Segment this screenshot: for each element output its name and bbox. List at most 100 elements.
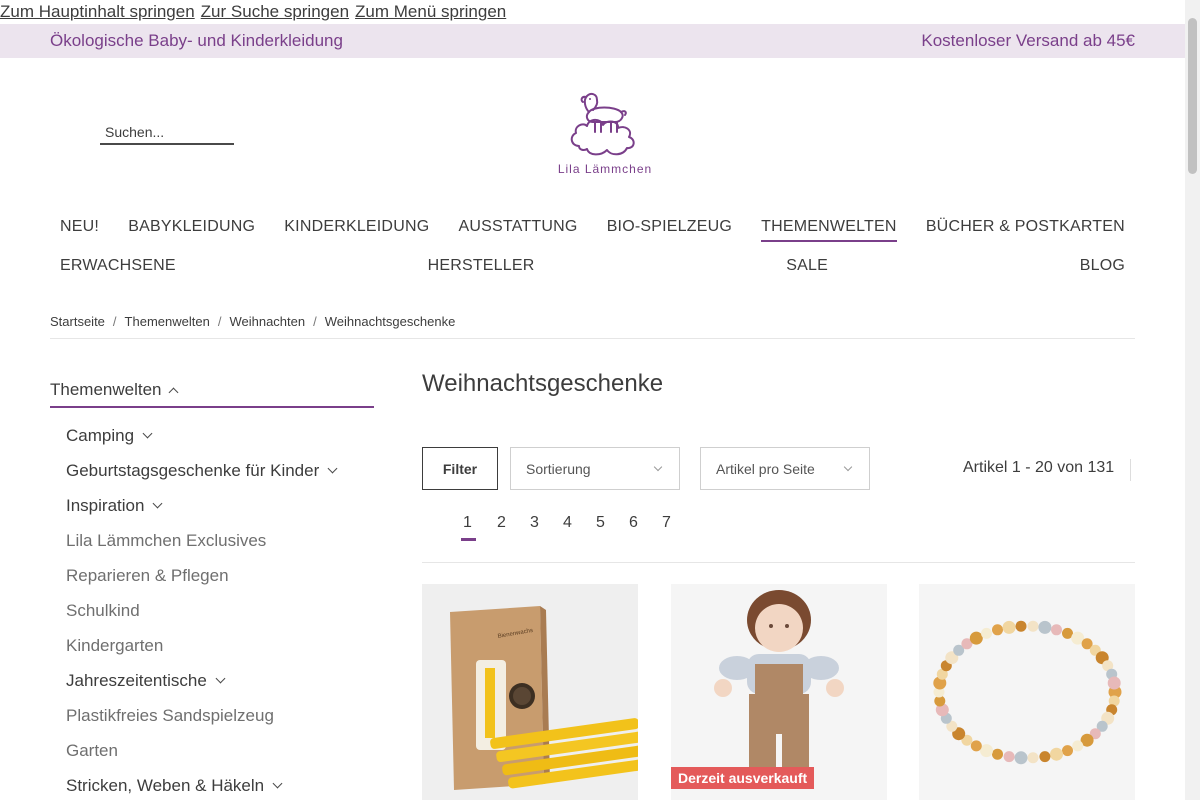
nav-item-buecher-postkarten[interactable]: BÜCHER & POSTKARTEN xyxy=(926,218,1125,242)
page-link[interactable]: 4 xyxy=(560,514,593,541)
sidebar-item-exclusives[interactable]: Lila Lämmchen Exclusives xyxy=(50,523,374,558)
sidebar-item-label: Inspiration xyxy=(66,495,145,515)
necklace-bead xyxy=(980,744,993,758)
nav-item-hersteller[interactable]: HERSTELLER xyxy=(428,257,535,279)
page-link[interactable]: 2 xyxy=(494,514,527,541)
main-nav-row-1: NEU! BABYKLEIDUNG KINDERKLEIDUNG AUSSTAT… xyxy=(60,218,1125,242)
nav-item-neu[interactable]: NEU! xyxy=(60,218,99,242)
product-card[interactable] xyxy=(919,584,1135,800)
skip-to-search-link[interactable]: Zur Suche springen xyxy=(201,0,349,24)
main-nav-row-2: ERWACHSENE HERSTELLER SALE BLOG xyxy=(60,257,1125,279)
chevron-down-icon xyxy=(843,462,853,472)
filter-button[interactable]: Filter xyxy=(422,447,498,490)
chevron-down-icon[interactable] xyxy=(215,673,226,684)
sidebar-heading-label: Themenwelten xyxy=(50,380,162,399)
skip-to-menu-link[interactable]: Zum Menü springen xyxy=(355,0,506,24)
necklace-bead xyxy=(1050,747,1063,761)
nav-item-sale[interactable]: SALE xyxy=(786,257,828,279)
nav-item-erwachsene[interactable]: ERWACHSENE xyxy=(60,257,176,279)
page-scrollbar[interactable] xyxy=(1185,0,1200,800)
scrollbar-thumb[interactable] xyxy=(1188,18,1197,174)
necklace-bead xyxy=(1039,751,1051,763)
breadcrumb-startseite[interactable]: Startseite xyxy=(50,314,105,338)
chevron-down-icon[interactable] xyxy=(142,428,153,439)
chevron-down-icon[interactable] xyxy=(327,463,338,474)
necklace-bead xyxy=(992,748,1003,760)
chevron-down-icon[interactable] xyxy=(272,778,283,789)
sidebar-item-label: Reparieren & Pflegen xyxy=(66,565,229,585)
sidebar-heading[interactable]: Themenwelten xyxy=(50,380,374,408)
sidebar-item-inspiration[interactable]: Inspiration xyxy=(50,488,374,523)
items-per-page-label: Artikel pro Seite xyxy=(716,460,815,477)
sidebar-item-schulkind[interactable]: Schulkind xyxy=(50,593,374,628)
nav-item-bio-spielzeug[interactable]: BIO-SPIELZEUG xyxy=(607,218,732,242)
necklace-bead xyxy=(992,624,1003,636)
search-input[interactable] xyxy=(100,120,234,143)
sidebar-item-label: Camping xyxy=(66,425,135,445)
sidebar-item-label: Stricken, Weben & Häkeln xyxy=(66,775,265,795)
sidebar-list: Camping Geburtstagsgeschenke für Kinder … xyxy=(50,418,374,800)
page-link[interactable]: 3 xyxy=(527,514,560,541)
sidebar-item-reparieren[interactable]: Reparieren & Pflegen xyxy=(50,558,374,593)
site-logo[interactable]: Lila Lämmchen xyxy=(550,86,660,182)
necklace-bead xyxy=(1015,620,1027,632)
breadcrumb-themenwelten[interactable]: Themenwelten xyxy=(125,314,210,338)
necklace-bead xyxy=(1027,752,1039,764)
topbar-tagline: Ökologische Baby- und Kinderkleidung xyxy=(50,31,343,50)
result-count: Artikel 1 - 20 von 131 xyxy=(963,459,1132,481)
breadcrumb-separator: / xyxy=(217,314,222,329)
sidebar-item-geburtstagsgeschenke[interactable]: Geburtstagsgeschenke für Kinder xyxy=(50,453,374,488)
sold-out-badge: Derzeit ausverkauft xyxy=(671,767,815,789)
sidebar-item-sandspielzeug[interactable]: Plastikfreies Sandspielzeug xyxy=(50,698,374,733)
page-link[interactable]: 5 xyxy=(593,514,626,541)
nav-item-ausstattung[interactable]: AUSSTATTUNG xyxy=(459,218,578,242)
page-title: Weihnachtsgeschenke xyxy=(422,370,664,397)
sidebar-item-jahreszeitentische[interactable]: Jahreszeitentische xyxy=(50,663,374,698)
necklace-bead xyxy=(1038,620,1052,634)
sidebar-item-garten[interactable]: Garten xyxy=(50,733,374,768)
sort-select[interactable]: Sortierung xyxy=(510,447,680,490)
nav-item-babykleidung[interactable]: BABYKLEIDUNG xyxy=(128,218,255,242)
items-per-page-select[interactable]: Artikel pro Seite xyxy=(700,447,870,490)
sidebar-item-label: Kindergarten xyxy=(66,635,164,655)
nav-item-themenwelten[interactable]: THEMENWELTEN xyxy=(761,218,897,242)
nav-item-blog[interactable]: BLOG xyxy=(1080,257,1125,279)
breadcrumb-weihnachten[interactable]: Weihnachten xyxy=(229,314,305,338)
skip-links: Zum Hauptinhalt springen Zur Suche sprin… xyxy=(0,0,1200,24)
necklace-bead xyxy=(1072,740,1084,752)
page-link-current[interactable]: 1 xyxy=(461,514,476,541)
sidebar-item-stricken[interactable]: Stricken, Weben & Häkeln xyxy=(50,768,374,800)
necklace-bead xyxy=(1014,751,1028,765)
topbar-shipping-info: Kostenloser Versand ab 45€ xyxy=(921,31,1135,50)
necklace-bead xyxy=(1002,620,1016,634)
page-link[interactable]: 7 xyxy=(659,514,692,541)
nav-item-kinderkleidung[interactable]: KINDERKLEIDUNG xyxy=(284,218,429,242)
logo-text: Lila Lämmchen xyxy=(557,162,653,176)
necklace-bead xyxy=(1027,620,1039,632)
chevron-down-icon[interactable] xyxy=(152,498,163,509)
top-info-bar: Ökologische Baby- und Kinderkleidung Kos… xyxy=(0,24,1185,58)
chevron-down-icon xyxy=(653,462,663,472)
necklace-bead xyxy=(1003,751,1015,763)
pagination: 1 2 3 4 5 6 7 xyxy=(461,514,692,541)
search-box xyxy=(100,120,234,145)
sidebar-item-camping[interactable]: Camping xyxy=(50,418,374,453)
necklace-bead xyxy=(969,631,983,645)
sidebar-item-label: Geburtstagsgeschenke für Kinder xyxy=(66,460,320,480)
breadcrumb: Startseite / Themenwelten / Weihnachten … xyxy=(50,314,1135,339)
page-link[interactable]: 6 xyxy=(626,514,659,541)
sidebar-item-label: Schulkind xyxy=(66,600,140,620)
chevron-up-icon xyxy=(168,387,178,397)
breadcrumb-current[interactable]: Weihnachtsgeschenke xyxy=(325,314,456,338)
sidebar-item-kindergarten[interactable]: Kindergarten xyxy=(50,628,374,663)
breadcrumb-separator: / xyxy=(313,314,317,329)
sort-select-label: Sortierung xyxy=(526,460,591,477)
necklace-bead xyxy=(981,627,992,639)
product-image-amber-necklace xyxy=(919,584,1135,800)
product-card[interactable]: Derzeit ausverkauft xyxy=(671,584,887,800)
sidebar-item-label: Jahreszeitentische xyxy=(66,670,207,690)
breadcrumb-separator: / xyxy=(112,314,117,329)
necklace-bead xyxy=(970,740,982,752)
skip-to-main-link[interactable]: Zum Hauptinhalt springen xyxy=(0,0,195,24)
product-card[interactable]: Bienenwachs xyxy=(422,584,638,800)
